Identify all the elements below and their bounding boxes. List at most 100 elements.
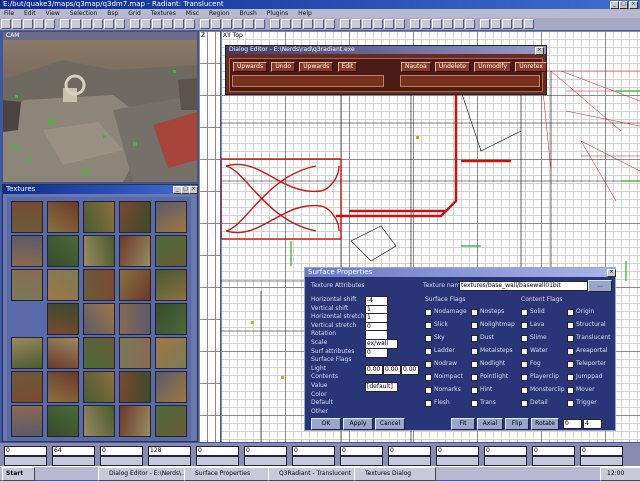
flag-checkbox[interactable] <box>567 322 574 329</box>
toolbar-button-6[interactable] <box>71 19 81 29</box>
texture-thumbnail[interactable] <box>119 337 151 369</box>
flag-checkbox[interactable] <box>471 348 478 355</box>
toolbar-button-20[interactable] <box>233 19 243 29</box>
status-field[interactable]: 0 <box>100 446 143 456</box>
toolbar-button-21[interactable] <box>244 19 254 29</box>
menu-grid[interactable]: Grid <box>128 10 141 17</box>
status-field[interactable]: 0 <box>436 446 479 456</box>
texture-thumbnail[interactable] <box>119 371 151 403</box>
status-field[interactable]: 0 <box>340 446 383 456</box>
status-field[interactable]: 0 <box>580 446 623 456</box>
dialog-button-nautoa[interactable]: Nautoa <box>401 62 431 72</box>
bottom-value-1[interactable]: 0 <box>563 419 582 429</box>
textures-close-button[interactable]: × <box>189 186 198 194</box>
flag-checkbox[interactable] <box>471 322 478 329</box>
texture-thumbnail[interactable] <box>83 371 115 403</box>
axial-button[interactable]: Axial <box>477 418 503 430</box>
toolbar-button-32[interactable] <box>373 19 383 29</box>
toolbar-button-35[interactable] <box>410 19 420 29</box>
flag-checkbox[interactable] <box>567 361 574 368</box>
texture-thumbnail[interactable] <box>47 201 79 233</box>
texture-thumbnail[interactable] <box>11 337 43 369</box>
flag-checkbox[interactable] <box>567 387 574 394</box>
texture-thumbnail[interactable] <box>83 235 115 267</box>
toolbar-button-12[interactable] <box>141 19 151 29</box>
toolbar-button-24[interactable] <box>281 19 291 29</box>
flag-checkbox[interactable] <box>471 400 478 407</box>
texture-thumbnail[interactable] <box>11 201 43 233</box>
flag-checkbox[interactable] <box>471 374 478 381</box>
minimize-button[interactable]: _ <box>610 1 619 9</box>
status-field[interactable]: 0 <box>484 446 527 456</box>
texture-thumbnail[interactable] <box>155 201 187 233</box>
texture-thumbnail[interactable] <box>47 235 79 267</box>
menu-bsp[interactable]: Bsp <box>107 10 118 17</box>
dialog-button-upwards[interactable]: Upwards <box>233 62 268 72</box>
close-button[interactable]: × <box>629 1 638 9</box>
status-field[interactable]: 0 <box>244 446 287 456</box>
texture-thumbnail[interactable] <box>119 201 151 233</box>
flag-checkbox[interactable] <box>567 348 574 355</box>
toolbar-button-30[interactable] <box>351 19 361 29</box>
toolbar-button-11[interactable] <box>130 19 140 29</box>
toolbar-button-9[interactable] <box>104 19 114 29</box>
flag-checkbox[interactable] <box>521 309 528 316</box>
rotate-button[interactable]: Rotate <box>531 418 559 430</box>
toolbar-button-1[interactable] <box>12 19 22 29</box>
dialog-button-upwards-2[interactable]: Upwards <box>299 62 334 72</box>
flag-checkbox[interactable] <box>521 400 528 407</box>
texture-thumbnail[interactable] <box>47 269 79 301</box>
z-view[interactable]: Z <box>199 31 220 442</box>
dialog-editor-close-button[interactable]: × <box>535 47 544 55</box>
texture-grid[interactable] <box>7 197 191 441</box>
flag-checkbox[interactable] <box>471 387 478 394</box>
toolbar-button-41[interactable] <box>480 19 490 29</box>
toolbar-button-16[interactable] <box>185 19 195 29</box>
toolbar-button-28[interactable] <box>325 19 335 29</box>
flag-checkbox[interactable] <box>567 400 574 407</box>
menu-region[interactable]: Region <box>209 10 230 17</box>
menu-plugins[interactable]: Plugins <box>267 10 289 17</box>
flag-checkbox[interactable] <box>521 335 528 342</box>
menu-view[interactable]: View <box>46 10 60 17</box>
texture-thumbnail[interactable] <box>11 269 43 301</box>
taskbar-item-textures[interactable]: Textures Dialog <box>354 467 436 481</box>
menu-help[interactable]: Help <box>298 10 312 17</box>
flag-checkbox[interactable] <box>471 335 478 342</box>
flag-checkbox[interactable] <box>425 309 432 316</box>
flag-checkbox[interactable] <box>425 374 432 381</box>
texture-thumbnail[interactable] <box>83 337 115 369</box>
toolbar-button-25[interactable] <box>292 19 302 29</box>
field-input[interactable]: [default] <box>365 382 398 392</box>
flag-checkbox[interactable] <box>521 387 528 394</box>
toolbar-button-18[interactable] <box>211 19 221 29</box>
field-input[interactable]: 0.00 <box>365 364 383 375</box>
toolbar-button-26[interactable] <box>303 19 313 29</box>
status-field[interactable]: 0 <box>196 446 239 456</box>
menu-selection[interactable]: Selection <box>70 10 98 17</box>
dialog-button-undelete[interactable]: Undelete <box>434 62 471 72</box>
toolbar-button-8[interactable] <box>93 19 103 29</box>
flag-checkbox[interactable] <box>567 335 574 342</box>
toolbar-button-38[interactable] <box>443 19 453 29</box>
status-field[interactable]: 0 <box>4 446 47 456</box>
flag-checkbox[interactable] <box>521 374 528 381</box>
texture-thumbnail[interactable] <box>47 371 79 403</box>
toolbar-button-5[interactable] <box>60 19 70 29</box>
texture-thumbnail[interactable] <box>83 201 115 233</box>
texture-thumbnail[interactable] <box>11 371 43 403</box>
apply-button[interactable]: Apply <box>343 418 373 430</box>
texture-thumbnail[interactable] <box>155 371 187 403</box>
menu-edit[interactable]: Edit <box>24 10 36 17</box>
toolbar-button-19[interactable] <box>222 19 232 29</box>
status-field[interactable]: 128 <box>148 446 191 456</box>
texture-thumbnail[interactable] <box>47 303 79 335</box>
texture-thumbnail[interactable] <box>155 235 187 267</box>
toolbar-button-0[interactable] <box>1 19 11 29</box>
bottom-value-2[interactable]: 4 <box>583 419 602 429</box>
flag-checkbox[interactable] <box>567 374 574 381</box>
menu-misc[interactable]: Misc <box>186 10 199 17</box>
menu-textures[interactable]: Textures <box>151 10 176 17</box>
toolbar-button-33[interactable] <box>384 19 394 29</box>
toolbar-button-2[interactable] <box>23 19 33 29</box>
